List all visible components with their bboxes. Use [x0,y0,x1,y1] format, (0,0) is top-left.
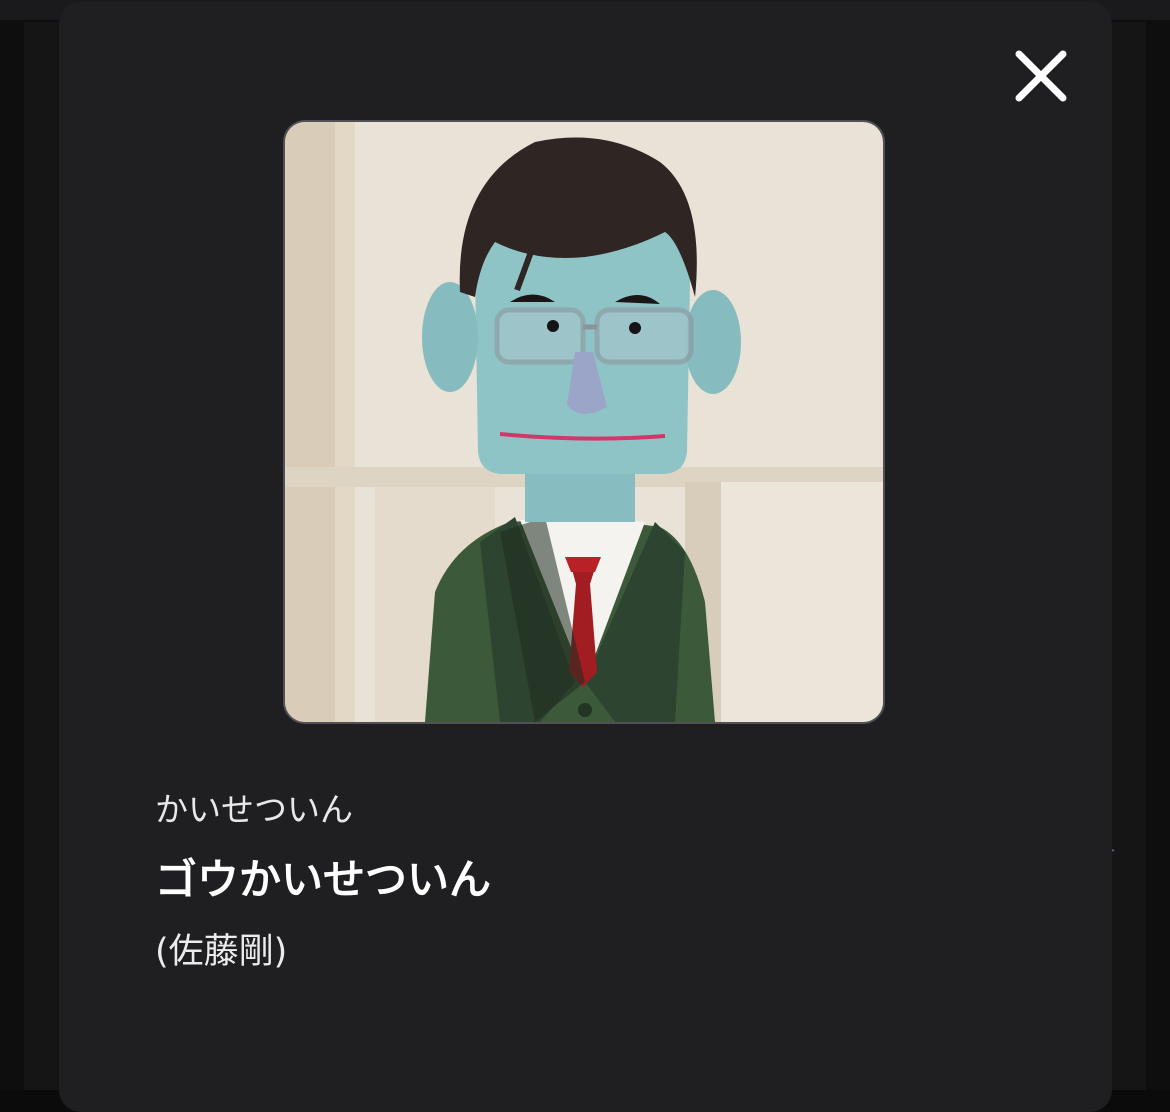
close-button[interactable] [1011,46,1071,106]
character-portrait [283,120,885,724]
actor-name: (佐藤剛) [155,932,288,972]
character-detail-modal: かいせついん ゴウかいせついん (佐藤剛) [59,2,1112,1112]
character-name: ゴウかいせついん [155,855,492,904]
close-icon [1011,46,1071,106]
character-reading: かいせついん [155,790,353,829]
